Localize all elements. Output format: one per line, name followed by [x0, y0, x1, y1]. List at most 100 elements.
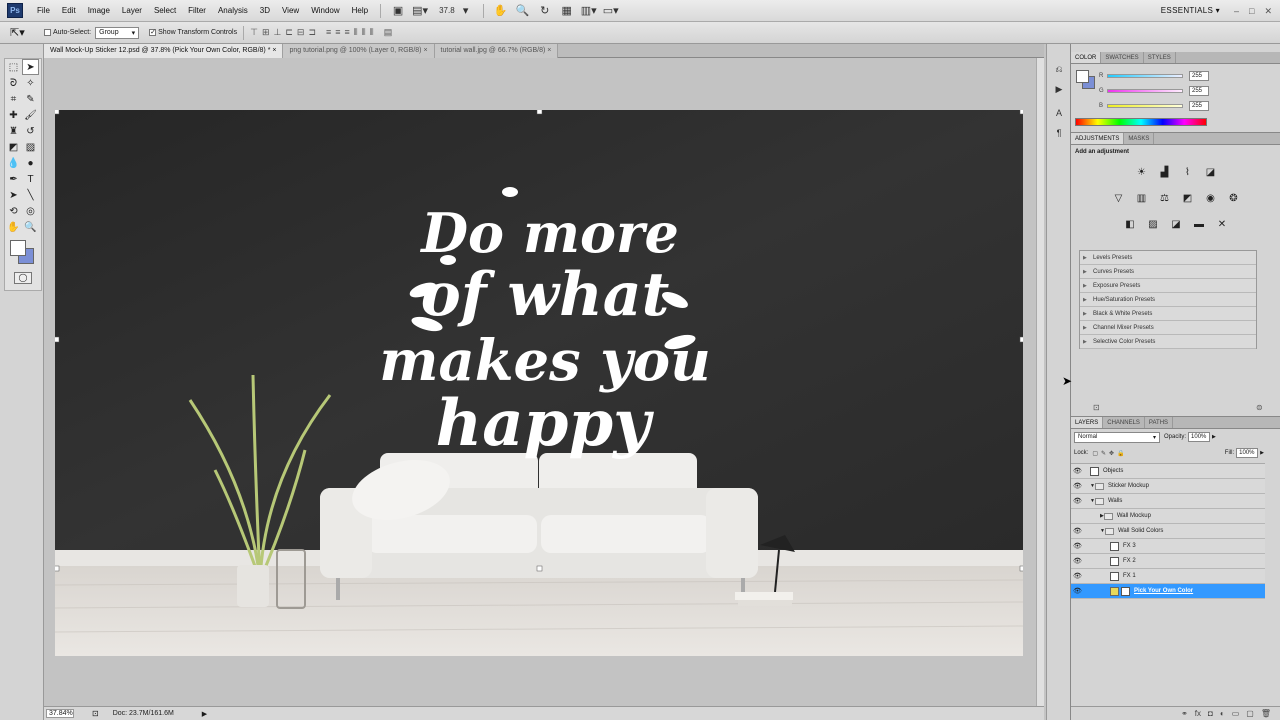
arrange-documents-icon[interactable]: ▥▾: [580, 3, 598, 19]
gradient-map-icon[interactable]: ▬: [1192, 217, 1207, 232]
levels-icon[interactable]: ▟: [1157, 165, 1172, 180]
visibility-eye-icon[interactable]: 👁: [1071, 542, 1084, 550]
distribute-left-icon[interactable]: ⦀: [354, 27, 358, 38]
minimize-icon[interactable]: –: [1234, 6, 1239, 16]
layer-row[interactable]: ▶ Wall Mockup: [1071, 509, 1265, 524]
marquee-tool-icon[interactable]: ⬚: [5, 59, 22, 75]
distribute-hcenter-icon[interactable]: ⦀: [362, 27, 366, 38]
photo-filter-icon[interactable]: ◉: [1203, 191, 1218, 206]
visibility-eye-icon[interactable]: 👁: [1071, 467, 1084, 475]
g-slider[interactable]: G 255: [1099, 83, 1209, 98]
clone-stamp-tool-icon[interactable]: ♜: [5, 123, 22, 139]
fill-arrow-icon[interactable]: ▶: [1260, 450, 1264, 456]
bridge-icon[interactable]: ▣: [389, 3, 407, 19]
layer-row[interactable]: 👁 ▼ Walls: [1071, 494, 1265, 509]
panel-tab-paths[interactable]: PATHS: [1145, 417, 1174, 428]
zoom-field[interactable]: 37.84%: [46, 709, 74, 718]
visibility-eye-icon[interactable]: 👁: [1071, 482, 1084, 490]
opacity-arrow-icon[interactable]: ▶: [1212, 434, 1216, 440]
visibility-eye-icon[interactable]: 👁: [1071, 572, 1084, 580]
document-tab[interactable]: tutorial wall.jpg @ 66.7% (RGB/8) ×: [434, 44, 559, 58]
workspace-switcher[interactable]: ESSENTIALS ▾: [1161, 0, 1220, 22]
close-tab-icon[interactable]: ×: [422, 47, 427, 54]
align-bottom-icon[interactable]: ⊥: [274, 27, 282, 38]
b-slider[interactable]: B 255: [1099, 98, 1209, 113]
panel-tab-adjustments[interactable]: ADJUSTMENTS: [1071, 133, 1125, 144]
actions-panel-icon[interactable]: ▶: [1051, 82, 1067, 96]
brush-tool-icon[interactable]: 🖌: [22, 107, 39, 123]
zoom-dropdown-icon[interactable]: ▾: [457, 3, 475, 19]
menu-item-help[interactable]: Help: [346, 0, 374, 22]
black-white-icon[interactable]: ◩: [1180, 191, 1195, 206]
distribute-bottom-icon[interactable]: ≡: [345, 27, 350, 38]
screen-mode-icon[interactable]: ▭▾: [602, 3, 620, 19]
panel-tab-styles[interactable]: STYLES: [1144, 52, 1176, 63]
fill-field[interactable]: 100%: [1236, 448, 1259, 458]
crop-tool-icon[interactable]: ⌗: [5, 91, 22, 107]
align-top-icon[interactable]: ⊤: [250, 27, 258, 38]
panel-tab-channels[interactable]: CHANNELS: [1103, 417, 1145, 428]
menu-item-select[interactable]: Select: [148, 0, 182, 22]
close-tab-icon[interactable]: ×: [270, 47, 276, 54]
new-layer-icon[interactable]: ▢: [1246, 709, 1254, 718]
selective-color-icon[interactable]: ✕: [1215, 217, 1230, 232]
vibrance-icon[interactable]: ▽: [1111, 191, 1126, 206]
align-hcenter-icon[interactable]: ⊟: [297, 27, 305, 38]
lasso-tool-icon[interactable]: ᘐ: [5, 75, 22, 91]
preset-item[interactable]: Selective Color Presets: [1080, 335, 1256, 349]
hand-tool-icon[interactable]: ✋: [5, 219, 22, 235]
transform-handle[interactable]: [55, 336, 60, 343]
visibility-eye-icon[interactable]: 👁: [1071, 557, 1084, 565]
zoom-level-field[interactable]: 37.8: [439, 6, 455, 15]
transform-handle[interactable]: [1019, 336, 1023, 343]
new-group-icon[interactable]: ▭: [1232, 709, 1240, 718]
link-layers-icon[interactable]: ⚭: [1181, 709, 1188, 718]
preset-item[interactable]: Curves Presets: [1080, 265, 1256, 279]
menu-item-analysis[interactable]: Analysis: [212, 0, 254, 22]
auto-select-dropdown[interactable]: Group ▾: [95, 26, 140, 39]
layer-row[interactable]: 👁 ▼ Wall Solid Colors: [1071, 524, 1265, 539]
menu-item-window[interactable]: Window: [305, 0, 345, 22]
status-menu-arrow-icon[interactable]: ▶: [202, 710, 207, 718]
transform-handle[interactable]: [1019, 110, 1023, 115]
pen-tool-icon[interactable]: ✒: [5, 171, 22, 187]
checkbox-checked[interactable]: ✓: [149, 29, 157, 36]
close-icon[interactable]: ✕: [1264, 6, 1272, 17]
slider-track[interactable]: [1107, 103, 1183, 108]
menu-item-image[interactable]: Image: [82, 0, 116, 22]
brightness-contrast-icon[interactable]: ☀: [1134, 165, 1149, 180]
opacity-field[interactable]: 100%: [1188, 432, 1211, 442]
healing-brush-tool-icon[interactable]: ✚: [5, 107, 22, 123]
exposure-icon[interactable]: ◪: [1203, 165, 1218, 180]
grid-icon[interactable]: ▦: [558, 3, 576, 19]
preset-item[interactable]: Hue/Saturation Presets: [1080, 293, 1256, 307]
align-left-icon[interactable]: ⊏: [285, 27, 293, 38]
history-panel-icon[interactable]: ⎌: [1051, 62, 1067, 76]
r-slider[interactable]: R 255: [1099, 68, 1209, 83]
return-to-list-icon[interactable]: ⊡: [1093, 403, 1100, 412]
add-mask-icon[interactable]: ◘: [1208, 709, 1213, 718]
paragraph-panel-icon[interactable]: ¶: [1051, 126, 1067, 140]
eyedropper-tool-icon[interactable]: ✎: [22, 91, 39, 107]
zoom-tool-icon[interactable]: 🔍: [22, 219, 39, 235]
layer-row[interactable]: 👁 FX 2: [1071, 554, 1265, 569]
threshold-icon[interactable]: ◪: [1169, 217, 1184, 232]
fg-color-chip[interactable]: [1076, 70, 1089, 83]
posterize-icon[interactable]: ▨: [1146, 217, 1161, 232]
move-tool-preset-icon[interactable]: ⇱▾: [10, 26, 36, 39]
align-vcenter-icon[interactable]: ⊞: [262, 27, 270, 38]
slider-track[interactable]: [1107, 88, 1183, 93]
distribute-right-icon[interactable]: ⦀: [370, 27, 374, 38]
preset-item[interactable]: Levels Presets: [1080, 251, 1256, 265]
transform-handle[interactable]: [536, 110, 543, 115]
maximize-icon[interactable]: □: [1249, 6, 1254, 16]
r-value[interactable]: 255: [1189, 70, 1209, 81]
transform-handle[interactable]: [55, 110, 60, 115]
path-selection-tool-icon[interactable]: ➤: [5, 187, 22, 203]
preset-item[interactable]: Black & White Presets: [1080, 307, 1256, 321]
type-tool-icon[interactable]: T: [22, 171, 39, 187]
eraser-tool-icon[interactable]: ◩: [5, 139, 22, 155]
3d-orbit-tool-icon[interactable]: ◎: [22, 203, 39, 219]
visibility-eye-icon[interactable]: 👁: [1071, 527, 1084, 535]
transform-handle[interactable]: [55, 565, 60, 572]
